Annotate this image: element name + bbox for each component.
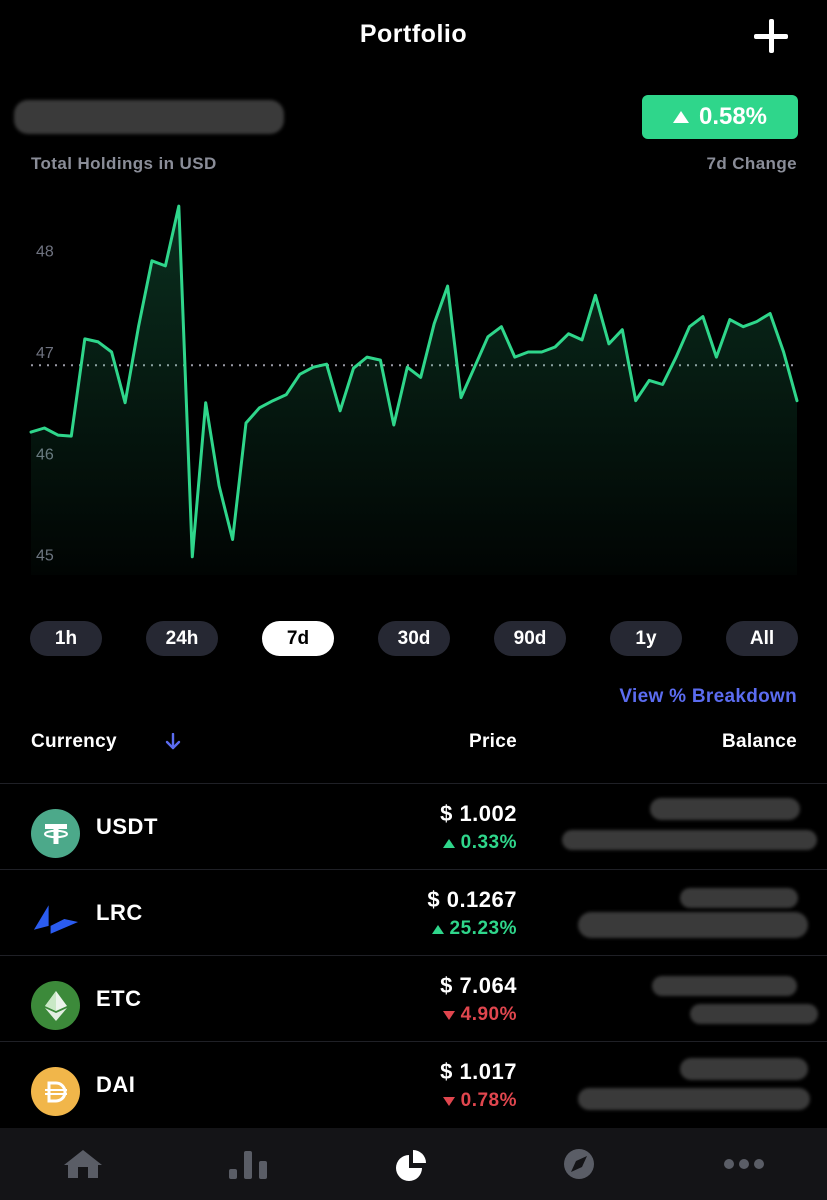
chart-area xyxy=(31,206,797,575)
add-icon[interactable] xyxy=(751,16,791,56)
range-pill-90d[interactable]: 90d xyxy=(494,621,566,656)
view-breakdown-link[interactable]: View % Breakdown xyxy=(619,686,797,708)
currency-price: $ 7.064 xyxy=(440,973,517,998)
range-pill-30d[interactable]: 30d xyxy=(378,621,450,656)
change-badge: 0.58% xyxy=(642,95,798,139)
total-holdings-value-redacted xyxy=(14,100,284,134)
more-icon[interactable] xyxy=(714,1139,774,1189)
currency-change: 25.23% xyxy=(431,918,517,940)
sort-down-icon[interactable] xyxy=(165,733,181,751)
range-pill-24h[interactable]: 24h xyxy=(146,621,218,656)
currency-row[interactable]: ETC $ 7.064 4.90% xyxy=(0,956,827,1042)
loopring-icon xyxy=(31,895,80,944)
dai-icon xyxy=(31,1067,80,1116)
portfolio-chart[interactable]: 48474645 xyxy=(0,200,827,610)
balance-redacted xyxy=(690,1004,818,1024)
balance-redacted xyxy=(578,912,808,938)
range-pill-1y[interactable]: 1y xyxy=(610,621,682,656)
markets-icon[interactable] xyxy=(218,1139,278,1189)
change-value: 0.78% xyxy=(460,1090,517,1111)
currency-price: $ 0.1267 xyxy=(427,887,517,912)
triangle-down-icon xyxy=(442,1010,455,1020)
range-pill-1h[interactable]: 1h xyxy=(30,621,102,656)
total-holdings-label: Total Holdings in USD xyxy=(31,154,217,173)
triangle-up-icon xyxy=(442,838,455,848)
balance-header[interactable]: Balance xyxy=(722,731,797,753)
bottom-tab-bar xyxy=(0,1128,827,1200)
range-pill-7d[interactable]: 7d xyxy=(262,621,334,656)
balance-redacted xyxy=(652,976,797,996)
currency-symbol: ETC xyxy=(96,986,142,1011)
change-value: 25.23% xyxy=(449,918,517,939)
triangle-down-icon xyxy=(442,1096,455,1106)
balance-redacted xyxy=(650,798,800,820)
price-header[interactable]: Price xyxy=(469,731,517,753)
currency-change: 0.78% xyxy=(442,1090,517,1112)
portfolio-icon[interactable] xyxy=(383,1139,443,1189)
change-value: 4.90% xyxy=(460,1004,517,1025)
currency-price: $ 1.002 xyxy=(440,801,517,826)
triangle-up-icon xyxy=(431,924,444,934)
ethereum-classic-icon xyxy=(31,981,80,1030)
header: Portfolio xyxy=(0,0,827,72)
triangle-up-icon xyxy=(672,111,689,123)
currency-symbol: LRC xyxy=(96,900,143,925)
page-title: Portfolio xyxy=(359,20,468,48)
currency-change: 0.33% xyxy=(442,832,517,854)
range-pill-all[interactable]: All xyxy=(726,621,798,656)
y-tick-label: 48 xyxy=(36,244,54,261)
currency-header[interactable]: Currency xyxy=(31,731,117,753)
currency-change: 4.90% xyxy=(442,1004,517,1026)
balance-redacted xyxy=(680,888,798,908)
change-label: 7d Change xyxy=(706,154,797,173)
currency-price: $ 1.017 xyxy=(440,1059,517,1084)
explore-icon[interactable] xyxy=(549,1139,609,1189)
balance-redacted xyxy=(562,830,817,850)
tether-icon xyxy=(31,809,80,858)
change-value: 0.33% xyxy=(460,832,517,853)
currency-symbol: USDT xyxy=(96,814,158,839)
time-range-selector: 1h 24h 7d 30d 90d 1y All xyxy=(30,621,798,656)
change-value: 0.58% xyxy=(698,103,768,130)
currency-symbol: DAI xyxy=(96,1072,136,1097)
currency-row[interactable]: LRC $ 0.1267 25.23% xyxy=(0,870,827,956)
balance-redacted xyxy=(578,1088,810,1110)
currency-row[interactable]: DAI $ 1.017 0.78% xyxy=(0,1042,827,1128)
y-tick-label: 47 xyxy=(36,345,54,362)
home-icon[interactable] xyxy=(53,1139,113,1189)
currency-row[interactable]: USDT $ 1.002 0.33% xyxy=(0,784,827,870)
balance-redacted xyxy=(680,1058,808,1080)
